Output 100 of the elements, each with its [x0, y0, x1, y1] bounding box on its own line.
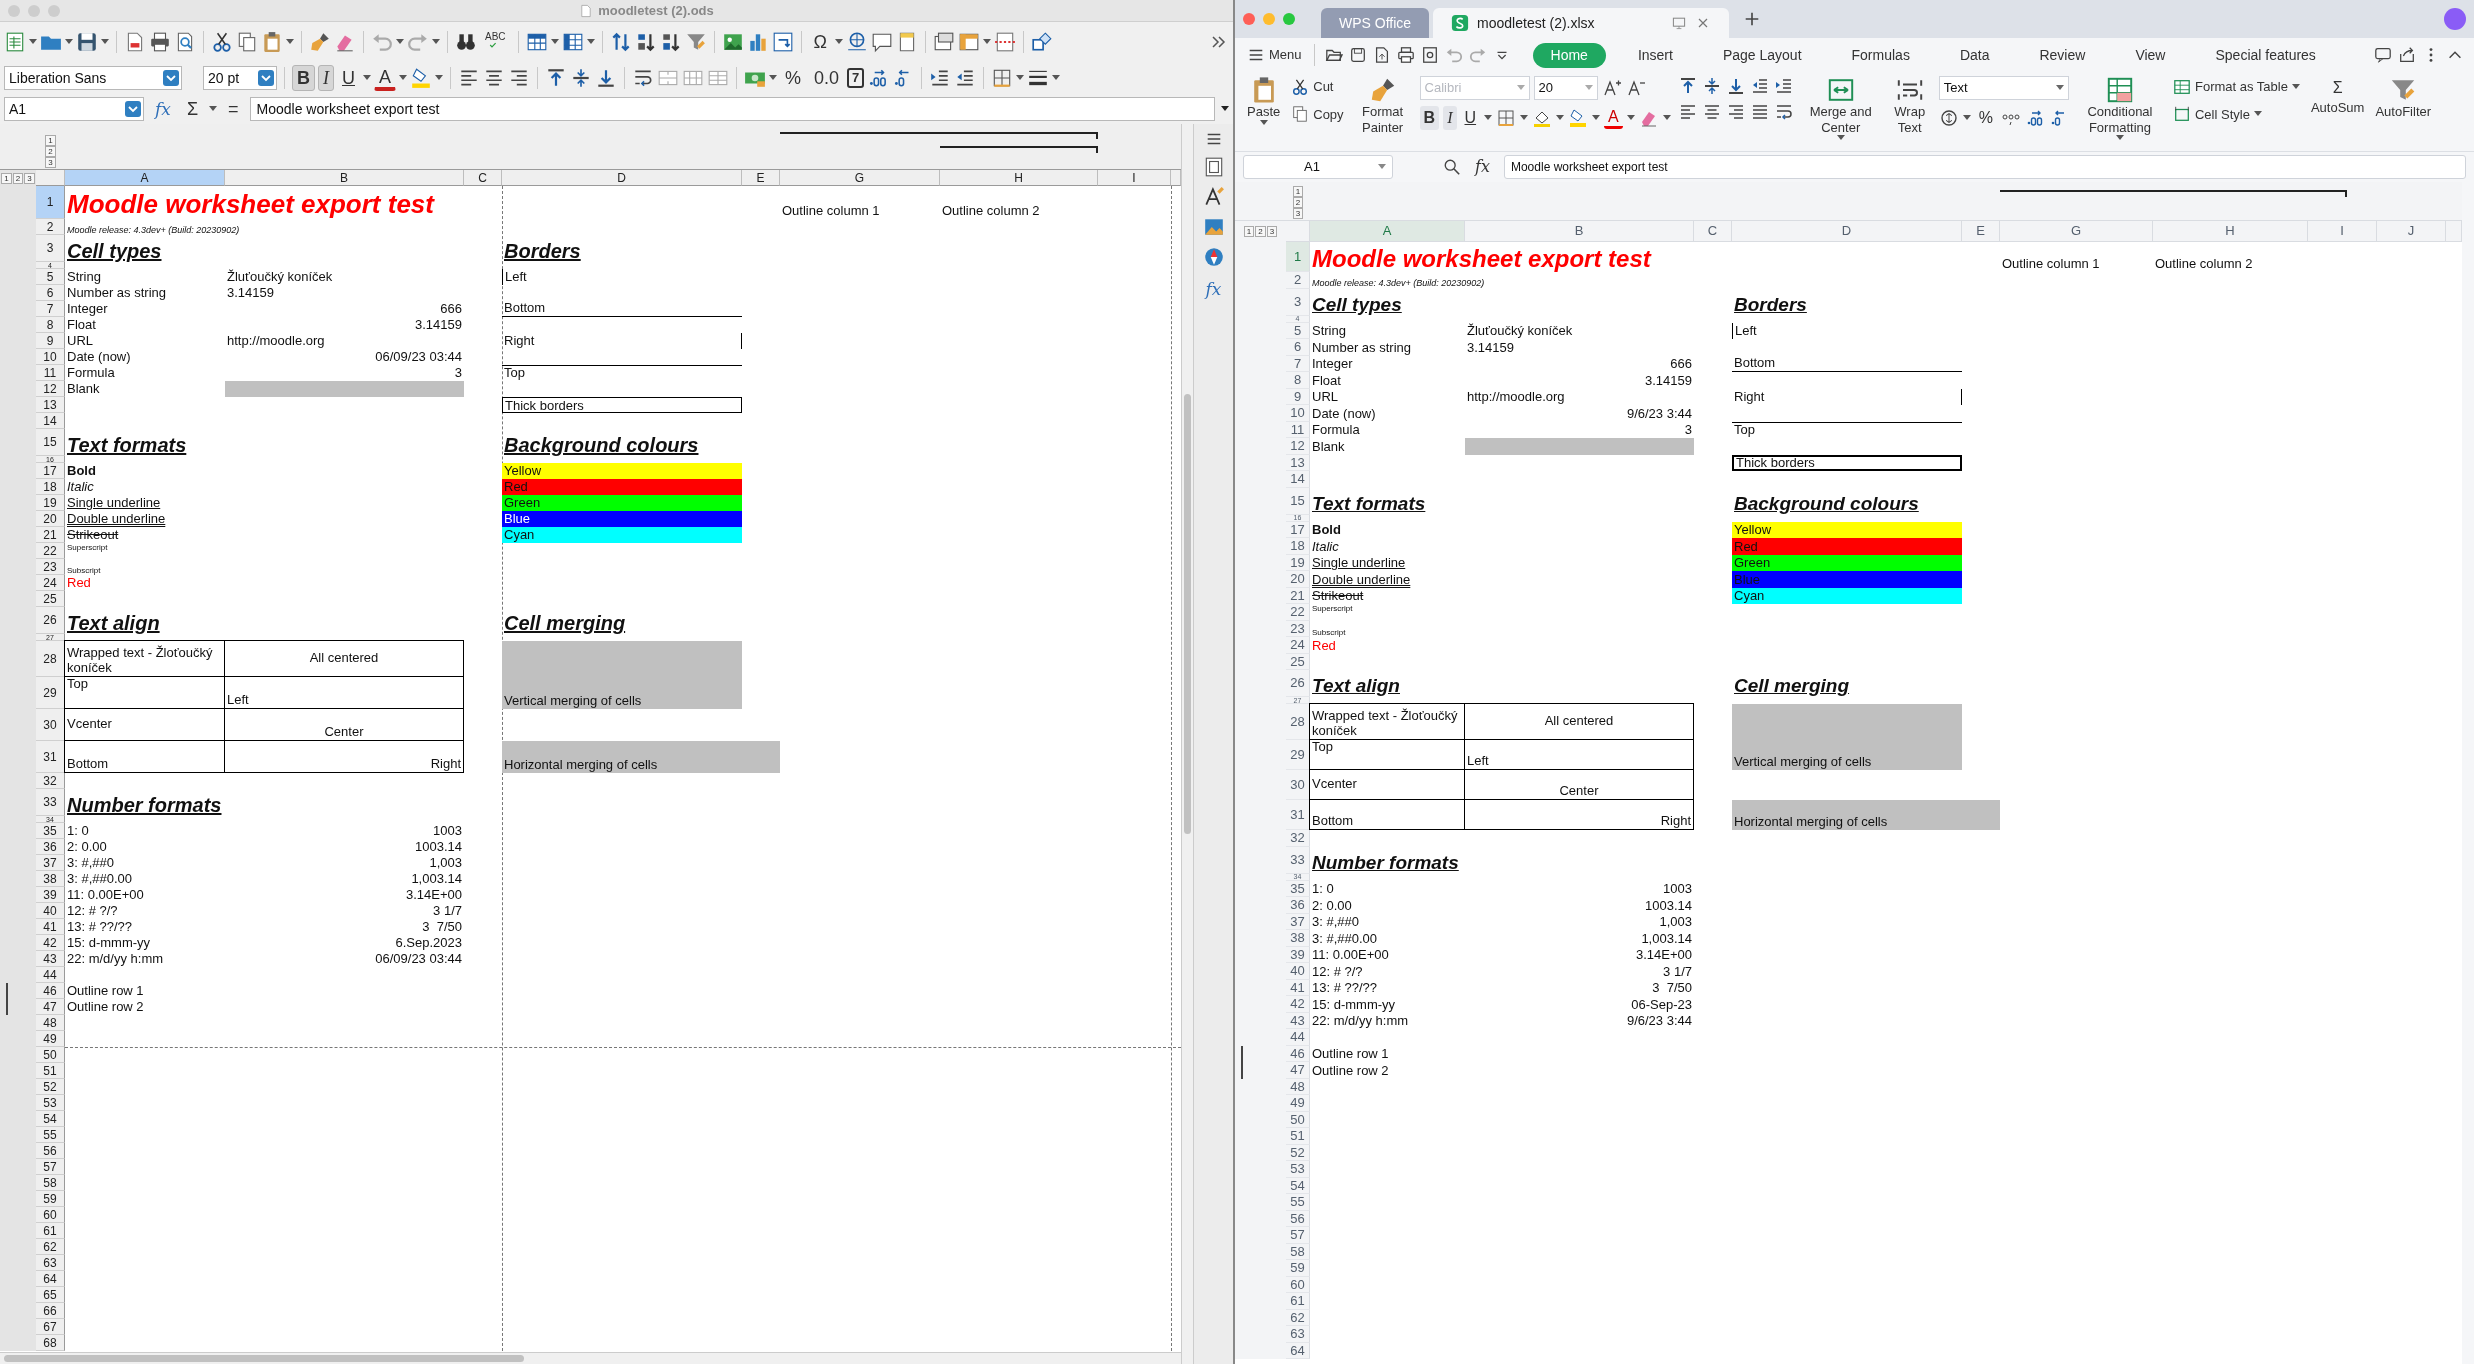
- caret-icon[interactable]: [1626, 115, 1635, 121]
- row-header[interactable]: 43: [36, 951, 65, 967]
- row-header[interactable]: 10: [36, 349, 65, 365]
- column-header[interactable]: H: [940, 170, 1098, 186]
- outline-level-button[interactable]: 3: [1292, 208, 1304, 219]
- column-header[interactable]: I: [2308, 221, 2377, 242]
- row-header[interactable]: 44: [36, 967, 65, 983]
- caret-icon[interactable]: [835, 39, 844, 45]
- outline-level-button[interactable]: 3: [1266, 226, 1278, 237]
- printer-icon[interactable]: [149, 31, 171, 53]
- percent-button[interactable]: %: [1974, 106, 1997, 130]
- caret-icon[interactable]: [2253, 111, 2262, 118]
- row-header[interactable]: 38: [36, 871, 65, 887]
- row-header[interactable]: 33: [36, 789, 65, 816]
- row-header[interactable]: 24: [1286, 637, 1310, 654]
- caret-icon[interactable]: [65, 39, 73, 45]
- row-header[interactable]: 48: [36, 1015, 65, 1031]
- search-icon[interactable]: [1443, 158, 1461, 176]
- caret-icon[interactable]: [1556, 115, 1565, 121]
- row-header[interactable]: 55: [1286, 1194, 1310, 1211]
- wrap-text-button[interactable]: Wrap Text: [1887, 76, 1932, 136]
- row-header[interactable]: 12: [1286, 438, 1310, 455]
- row-header[interactable]: 3: [1286, 288, 1310, 316]
- row-header[interactable]: 51: [1286, 1128, 1310, 1145]
- row-header[interactable]: 67: [36, 1319, 65, 1335]
- row-header[interactable]: 54: [36, 1111, 65, 1127]
- row-header[interactable]: 37: [36, 855, 65, 871]
- row-header[interactable]: 13: [36, 397, 65, 413]
- column-header[interactable]: B: [225, 170, 464, 186]
- chat-icon[interactable]: [2374, 46, 2392, 64]
- sum-button[interactable]: Σ: [181, 96, 204, 122]
- caret-icon[interactable]: [363, 75, 371, 81]
- row-header[interactable]: 42: [1286, 996, 1310, 1013]
- chevron-icon[interactable]: [163, 70, 179, 86]
- outline-level-button[interactable]: 2: [12, 172, 24, 184]
- ribbon-tab[interactable]: Data: [1941, 42, 2008, 68]
- row-header[interactable]: 61: [36, 1223, 65, 1239]
- format-as-table-button[interactable]: Format as Table: [2170, 76, 2302, 98]
- caret-icon[interactable]: [2291, 83, 2300, 90]
- row-header[interactable]: 8: [36, 317, 65, 333]
- row-header[interactable]: 46: [36, 983, 65, 999]
- row-header[interactable]: 31: [36, 741, 65, 773]
- highlighter-icon[interactable]: [410, 67, 432, 89]
- column-header[interactable]: H: [2153, 221, 2308, 242]
- row-header[interactable]: 41: [36, 919, 65, 935]
- align-bottom-icon[interactable]: [595, 67, 617, 89]
- cell-name-field[interactable]: A1: [1243, 155, 1393, 179]
- row-header[interactable]: 59: [1286, 1260, 1310, 1277]
- row-header[interactable]: 30: [36, 709, 65, 741]
- italic-button[interactable]: I: [318, 65, 334, 91]
- autosum-button[interactable]: AutoSum: [2308, 100, 2367, 116]
- caret-icon[interactable]: [1836, 135, 1845, 142]
- row-header[interactable]: 39: [36, 887, 65, 903]
- row-header[interactable]: 14: [36, 413, 65, 429]
- outline-level-button[interactable]: 1: [1, 172, 12, 184]
- gallery-icon[interactable]: [1202, 216, 1225, 238]
- row-header[interactable]: 2: [36, 219, 65, 235]
- column-header[interactable]: I: [1098, 170, 1171, 186]
- function-button[interactable]: fx: [1471, 155, 1494, 179]
- caret-icon[interactable]: [399, 75, 407, 81]
- formula-field[interactable]: Moodle worksheet export test: [249, 97, 1215, 121]
- row-header[interactable]: 31: [1286, 800, 1310, 830]
- caret-icon[interactable]: [1259, 119, 1268, 126]
- navigator-icon[interactable]: [1202, 246, 1225, 268]
- spreadsheet-icon[interactable]: [4, 31, 26, 53]
- row-header[interactable]: 66: [36, 1303, 65, 1319]
- row-header[interactable]: 63: [36, 1255, 65, 1271]
- outline-bracket[interactable]: [2000, 190, 2347, 197]
- share-icon[interactable]: [2398, 46, 2416, 64]
- copy-icon[interactable]: [236, 31, 258, 53]
- outline-level-button[interactable]: 3: [24, 172, 35, 184]
- formula-button[interactable]: =: [223, 96, 244, 122]
- font-size-field[interactable]: 20: [1533, 76, 1598, 100]
- print-area-icon[interactable]: [933, 31, 956, 53]
- row-header[interactable]: 30: [1286, 770, 1310, 800]
- image-icon[interactable]: [721, 31, 744, 53]
- row-header[interactable]: 3: [36, 235, 65, 262]
- outline-bracket[interactable]: [940, 146, 1098, 153]
- column-header[interactable]: A: [65, 170, 225, 186]
- row-header[interactable]: 14: [1286, 471, 1310, 488]
- scissors-icon[interactable]: [211, 31, 233, 53]
- row-header[interactable]: 32: [1286, 830, 1310, 847]
- number-format-field[interactable]: Text: [1938, 76, 2069, 100]
- row-header[interactable]: 23: [36, 559, 65, 575]
- row-header[interactable]: 50: [36, 1047, 65, 1063]
- table-rows-icon[interactable]: [525, 31, 548, 53]
- copy-button[interactable]: Copy: [1289, 103, 1346, 125]
- row-header[interactable]: 58: [36, 1175, 65, 1191]
- grow-font-icon[interactable]: [1601, 78, 1622, 98]
- date-format-button[interactable]: 7: [847, 68, 865, 88]
- row-header[interactable]: 19: [36, 495, 65, 511]
- outline-level-button[interactable]: 1: [1292, 186, 1304, 197]
- row-header[interactable]: 18: [36, 479, 65, 495]
- underline-button[interactable]: U: [337, 65, 360, 91]
- column-header[interactable]: G: [780, 170, 940, 186]
- row-header[interactable]: 44: [1286, 1029, 1310, 1046]
- caret-icon[interactable]: [586, 39, 595, 45]
- caret-icon[interactable]: [2115, 135, 2124, 142]
- outline-level-button[interactable]: 1: [45, 135, 56, 146]
- document-tab[interactable]: moodletest (2).xlsx: [1433, 8, 1729, 38]
